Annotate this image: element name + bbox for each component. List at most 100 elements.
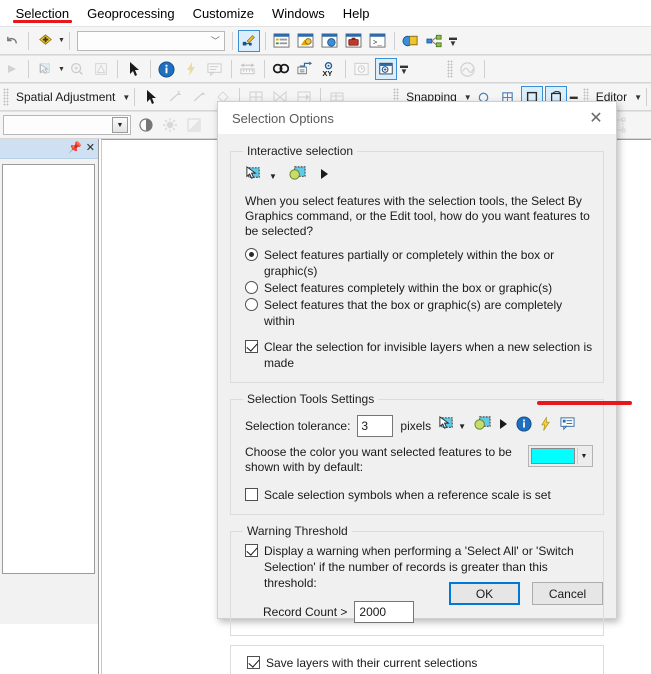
radio-option-contains-box[interactable]: Select features that the box or graphic(… bbox=[245, 297, 593, 329]
interactive-selection-icons: ▼ bbox=[245, 165, 593, 187]
add-data-icon[interactable] bbox=[34, 30, 56, 52]
chevron-down-icon[interactable]: ▼ bbox=[634, 93, 642, 102]
arctoolbox-icon[interactable] bbox=[343, 30, 365, 52]
close-icon[interactable]: ✕ bbox=[576, 102, 616, 134]
dialog-button-bar: OK Cancel bbox=[449, 582, 603, 605]
checkbox-icon[interactable] bbox=[245, 488, 258, 501]
ok-button[interactable]: OK bbox=[449, 582, 520, 605]
radio-icon[interactable] bbox=[245, 281, 258, 294]
menu-item-windows-label: Windows bbox=[271, 5, 325, 21]
menu-clipped-left: : bbox=[0, 3, 7, 24]
chevron-down-icon[interactable]: ▼ bbox=[112, 117, 128, 133]
select-by-graphics-icon[interactable] bbox=[473, 415, 492, 437]
add-data-dropdown-arrow-icon[interactable]: ▼ bbox=[58, 37, 65, 44]
pin-icon[interactable]: 📌 bbox=[68, 143, 82, 154]
find-icon[interactable] bbox=[270, 58, 292, 80]
save-layers-checkbox[interactable]: Save layers with their current selection… bbox=[247, 655, 591, 671]
scale-selection-symbols-checkbox-label: Scale selection symbols when a reference… bbox=[264, 488, 551, 502]
pointer-icon[interactable] bbox=[320, 167, 330, 185]
checkbox-icon[interactable] bbox=[247, 656, 260, 669]
identify-icon[interactable] bbox=[516, 415, 532, 437]
chevron-down-icon[interactable]: ▼ bbox=[269, 172, 277, 181]
panel-header: 📌 ✕ bbox=[0, 139, 98, 159]
identify-icon[interactable] bbox=[156, 58, 178, 80]
undo-icon[interactable] bbox=[1, 30, 23, 52]
clear-selection-checkbox[interactable]: Clear the selection for invisible layers… bbox=[245, 339, 593, 371]
pointer-icon[interactable] bbox=[140, 86, 162, 108]
radio-option-completely-within[interactable]: Select features completely within the bo… bbox=[245, 280, 593, 296]
html-popup-icon[interactable] bbox=[204, 58, 226, 80]
radio-option-partially-within[interactable]: Select features partially or completely … bbox=[245, 247, 593, 279]
toolbar-separator bbox=[393, 31, 395, 50]
svg-text:XY: XY bbox=[323, 69, 333, 78]
selection-tolerance-input[interactable] bbox=[357, 415, 394, 437]
menu-item-selection[interactable]: Selection bbox=[7, 3, 78, 24]
pointer-icon[interactable] bbox=[499, 417, 509, 435]
menu-item-geoprocessing[interactable]: Geoprocessing bbox=[78, 3, 183, 24]
dialog-title-bar[interactable]: Selection Options ✕ bbox=[218, 102, 616, 134]
checkbox-icon[interactable] bbox=[245, 340, 258, 353]
chevron-down-icon[interactable]: ▼ bbox=[458, 422, 466, 431]
python-window-icon[interactable]: >_ bbox=[367, 30, 389, 52]
table-of-contents-icon[interactable] bbox=[271, 30, 293, 52]
menu-item-help[interactable]: Help bbox=[334, 3, 379, 24]
menu-item-customize[interactable]: Customize bbox=[184, 3, 263, 24]
model-builder-icon[interactable] bbox=[400, 30, 422, 52]
dialog-title: Selection Options bbox=[232, 110, 334, 126]
radio-icon[interactable] bbox=[245, 298, 258, 311]
record-count-input[interactable] bbox=[354, 601, 415, 623]
cancel-button[interactable]: Cancel bbox=[532, 582, 603, 605]
menu-item-windows[interactable]: Windows bbox=[263, 3, 334, 24]
radio-icon[interactable] bbox=[245, 248, 258, 261]
editor-toolbar-icon[interactable] bbox=[237, 29, 260, 52]
selection-color-picker[interactable]: ▼ bbox=[528, 445, 593, 467]
select-features-dropdown-arrow-icon[interactable]: ▼ bbox=[58, 66, 65, 73]
spatial-adjustment-menu[interactable]: Spatial Adjustment bbox=[12, 90, 119, 104]
toolbar-overflow-icon[interactable]: ▬ ▼ bbox=[447, 30, 459, 52]
scale-selection-symbols-checkbox[interactable]: Scale selection symbols when a reference… bbox=[245, 487, 593, 503]
zoom-in-selection-icon[interactable] bbox=[66, 58, 88, 80]
hyperlink-icon[interactable] bbox=[180, 58, 202, 80]
html-popup-icon[interactable] bbox=[559, 416, 576, 436]
selection-tools-settings-group: Selection Tools Settings Selection toler… bbox=[230, 392, 604, 515]
pointer-icon[interactable] bbox=[123, 58, 145, 80]
chevron-down-icon[interactable]: ▼ bbox=[577, 448, 590, 464]
catalog-icon[interactable] bbox=[295, 30, 317, 52]
svg-text:>_: >_ bbox=[373, 39, 383, 47]
search-window-icon[interactable] bbox=[319, 30, 341, 52]
selection-tools-settings-legend: Selection Tools Settings bbox=[247, 392, 375, 406]
create-viewer-window-icon[interactable] bbox=[374, 58, 397, 80]
toolbar-separator bbox=[344, 60, 346, 78]
close-icon[interactable]: ✕ bbox=[86, 143, 95, 154]
toolbar-separator bbox=[231, 31, 233, 50]
selection-color-label: Choose the color you want selected featu… bbox=[245, 445, 512, 474]
select-features-icon[interactable] bbox=[438, 415, 455, 437]
effects-layer-combo[interactable]: ▼ bbox=[3, 115, 131, 135]
pan-icon[interactable] bbox=[1, 58, 23, 80]
toolbar-grip[interactable] bbox=[3, 88, 9, 106]
geodatabase-icon[interactable] bbox=[424, 30, 446, 52]
select-features-icon[interactable] bbox=[245, 165, 262, 187]
toolbar-grip[interactable] bbox=[446, 60, 453, 78]
chevron-down-icon[interactable]: ▼ bbox=[122, 93, 130, 102]
go-to-xy-icon[interactable]: XY bbox=[318, 58, 340, 80]
color-swatch[interactable] bbox=[531, 448, 575, 464]
geostatistical-analyst-icon[interactable] bbox=[457, 58, 479, 80]
find-route-icon[interactable] bbox=[294, 58, 316, 80]
new-identity-link-icon[interactable] bbox=[188, 86, 210, 108]
checkbox-icon[interactable] bbox=[245, 544, 258, 557]
time-slider-icon[interactable] bbox=[351, 58, 373, 80]
measure-icon[interactable] bbox=[237, 58, 259, 80]
contrast-icon[interactable] bbox=[135, 114, 157, 136]
select-by-graphics-icon[interactable] bbox=[288, 165, 307, 187]
toolbar-overflow-icon[interactable]: ▬ ▼ bbox=[398, 58, 410, 80]
hyperlink-icon[interactable] bbox=[539, 415, 552, 437]
select-features-icon[interactable] bbox=[34, 58, 56, 80]
transparency-icon[interactable] bbox=[183, 114, 205, 136]
brightness-icon[interactable] bbox=[159, 114, 181, 136]
menu-item-geoprocessing-label: Geoprocessing bbox=[87, 5, 175, 21]
scale-combo[interactable]: ﹀ bbox=[76, 30, 225, 51]
new-displacement-link-icon[interactable]: + bbox=[164, 86, 186, 108]
toolbar-separator bbox=[68, 31, 70, 50]
clear-selection-icon[interactable] bbox=[90, 58, 112, 80]
